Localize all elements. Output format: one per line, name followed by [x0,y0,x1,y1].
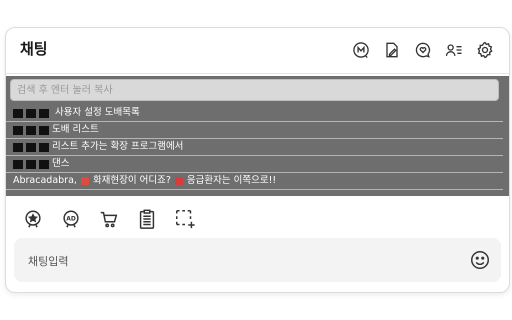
note-edit-icon[interactable] [380,38,404,62]
chat-header: 채팅 [6,28,509,72]
chat-toolbar: AD [20,206,198,232]
chat-panel: 채팅 검색 후 엔터 눌러 복사 사용자 설정 도배목록 도배 리스트 리스트 … [5,27,510,293]
redacted-block [13,108,23,118]
chat-heart-icon[interactable] [411,38,435,62]
chat-input-box [14,238,501,284]
redacted-block [26,125,36,135]
suggestion-label: 사용자 설정 도배목록 [55,107,140,118]
chat-title: 채팅 [20,40,48,58]
redacted-block [39,142,49,152]
cart-icon[interactable] [96,206,122,232]
svg-text:AD: AD [66,215,76,222]
ad-badge-icon[interactable]: AD [58,206,84,232]
redacted-block [13,159,23,169]
mod-badge-icon[interactable] [349,38,373,62]
emoji-smile-icon[interactable] [469,249,491,271]
ambulance-emoji-icon [174,177,183,185]
suggestion-label-post: 화재현장이 어디죠? [92,175,171,186]
suggestion-item[interactable]: 도배 리스트 [6,122,503,139]
add-region-icon[interactable] [172,206,198,232]
suggestion-item[interactable]: 리스트 추가는 확장 프로그램에서 [6,139,503,156]
redacted-block [39,108,49,118]
gear-icon[interactable] [473,38,497,62]
chat-input[interactable] [26,238,461,284]
header-icon-group [349,38,497,62]
star-badge-icon[interactable] [20,206,46,232]
suggestion-label: 도배 리스트 [52,124,99,135]
suggestion-item[interactable]: 댄스 [6,156,503,173]
suggestion-item[interactable]: 사용자 설정 도배목록 [6,105,503,122]
redacted-block [26,142,36,152]
header-divider [6,73,509,74]
redacted-block [26,159,36,169]
suggestion-label: 리스트 추가는 확장 프로그램에서 [52,141,184,152]
suggestion-label-pre: Abracadabra, [13,175,77,186]
suggestion-label: 댄스 [52,158,70,169]
macro-search-input[interactable] [10,79,499,101]
redacted-block [13,142,23,152]
macro-suggestion-overlay: 사용자 설정 도배목록 도배 리스트 리스트 추가는 확장 프로그램에서 댄스 … [6,76,509,196]
redacted-block [26,108,36,118]
clipboard-icon[interactable] [134,206,160,232]
suggestion-label-tail: 응급환자는 이쪽으로!! [186,175,277,186]
fire-truck-emoji-icon [80,177,89,185]
redacted-block [39,125,49,135]
redacted-block [39,159,49,169]
suggestion-item[interactable]: Abracadabra, 화재현장이 어디죠? 응급환자는 이쪽으로!! [6,173,503,190]
user-list-icon[interactable] [442,38,466,62]
suggestion-list: 사용자 설정 도배목록 도배 리스트 리스트 추가는 확장 프로그램에서 댄스 … [6,105,503,190]
redacted-block [13,125,23,135]
